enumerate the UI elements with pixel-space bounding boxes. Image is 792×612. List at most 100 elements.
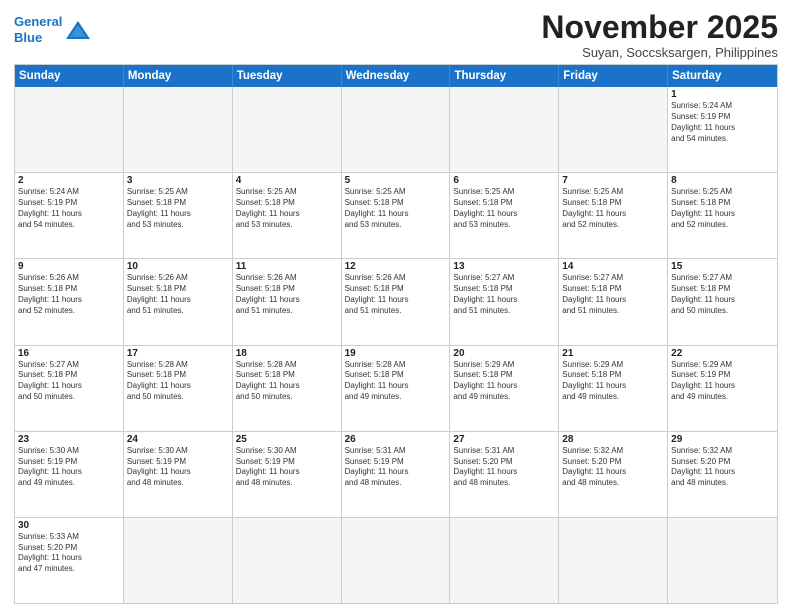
- day-info-21: Sunrise: 5:29 AM Sunset: 5:18 PM Dayligh…: [562, 360, 664, 403]
- day-info-11: Sunrise: 5:26 AM Sunset: 5:18 PM Dayligh…: [236, 273, 338, 316]
- day-cell-10: 10Sunrise: 5:26 AM Sunset: 5:18 PM Dayli…: [124, 259, 233, 344]
- day-number-4: 4: [236, 175, 338, 186]
- location: Suyan, Soccsksargen, Philippines: [541, 45, 778, 60]
- day-cell-16: 16Sunrise: 5:27 AM Sunset: 5:18 PM Dayli…: [15, 346, 124, 431]
- day-cell-19: 19Sunrise: 5:28 AM Sunset: 5:18 PM Dayli…: [342, 346, 451, 431]
- empty-cell-0-1: [124, 87, 233, 172]
- empty-cell-0-3: [342, 87, 451, 172]
- title-block: November 2025 Suyan, Soccsksargen, Phili…: [541, 10, 778, 60]
- calendar-header: Sunday Monday Tuesday Wednesday Thursday…: [15, 65, 777, 87]
- day-info-24: Sunrise: 5:30 AM Sunset: 5:19 PM Dayligh…: [127, 446, 229, 489]
- day-info-23: Sunrise: 5:30 AM Sunset: 5:19 PM Dayligh…: [18, 446, 120, 489]
- day-info-15: Sunrise: 5:27 AM Sunset: 5:18 PM Dayligh…: [671, 273, 774, 316]
- day-number-27: 27: [453, 434, 555, 445]
- day-cell-21: 21Sunrise: 5:29 AM Sunset: 5:18 PM Dayli…: [559, 346, 668, 431]
- day-info-25: Sunrise: 5:30 AM Sunset: 5:19 PM Dayligh…: [236, 446, 338, 489]
- logo-icon: [64, 19, 92, 41]
- day-cell-12: 12Sunrise: 5:26 AM Sunset: 5:18 PM Dayli…: [342, 259, 451, 344]
- day-cell-13: 13Sunrise: 5:27 AM Sunset: 5:18 PM Dayli…: [450, 259, 559, 344]
- day-info-3: Sunrise: 5:25 AM Sunset: 5:18 PM Dayligh…: [127, 187, 229, 230]
- day-cell-4: 4Sunrise: 5:25 AM Sunset: 5:18 PM Daylig…: [233, 173, 342, 258]
- empty-cell-0-5: [559, 87, 668, 172]
- day-info-27: Sunrise: 5:31 AM Sunset: 5:20 PM Dayligh…: [453, 446, 555, 489]
- day-number-2: 2: [18, 175, 120, 186]
- header-wednesday: Wednesday: [342, 65, 451, 87]
- day-info-10: Sunrise: 5:26 AM Sunset: 5:18 PM Dayligh…: [127, 273, 229, 316]
- day-cell-1: 1Sunrise: 5:24 AM Sunset: 5:19 PM Daylig…: [668, 87, 777, 172]
- calendar-body: 1Sunrise: 5:24 AM Sunset: 5:19 PM Daylig…: [15, 87, 777, 603]
- day-info-6: Sunrise: 5:25 AM Sunset: 5:18 PM Dayligh…: [453, 187, 555, 230]
- calendar: Sunday Monday Tuesday Wednesday Thursday…: [14, 64, 778, 604]
- day-cell-9: 9Sunrise: 5:26 AM Sunset: 5:18 PM Daylig…: [15, 259, 124, 344]
- day-info-17: Sunrise: 5:28 AM Sunset: 5:18 PM Dayligh…: [127, 360, 229, 403]
- day-cell-6: 6Sunrise: 5:25 AM Sunset: 5:18 PM Daylig…: [450, 173, 559, 258]
- day-cell-3: 3Sunrise: 5:25 AM Sunset: 5:18 PM Daylig…: [124, 173, 233, 258]
- day-info-8: Sunrise: 5:25 AM Sunset: 5:18 PM Dayligh…: [671, 187, 774, 230]
- logo-text: General: [14, 14, 62, 30]
- day-number-13: 13: [453, 261, 555, 272]
- day-number-8: 8: [671, 175, 774, 186]
- header: General Blue November 2025 Suyan, Soccsk…: [14, 10, 778, 60]
- logo-general: General: [14, 14, 62, 29]
- day-info-18: Sunrise: 5:28 AM Sunset: 5:18 PM Dayligh…: [236, 360, 338, 403]
- day-cell-7: 7Sunrise: 5:25 AM Sunset: 5:18 PM Daylig…: [559, 173, 668, 258]
- day-info-30: Sunrise: 5:33 AM Sunset: 5:20 PM Dayligh…: [18, 532, 120, 575]
- empty-cell-5-5: [559, 518, 668, 603]
- day-info-19: Sunrise: 5:28 AM Sunset: 5:18 PM Dayligh…: [345, 360, 447, 403]
- empty-cell-0-0: [15, 87, 124, 172]
- day-number-19: 19: [345, 348, 447, 359]
- day-info-22: Sunrise: 5:29 AM Sunset: 5:19 PM Dayligh…: [671, 360, 774, 403]
- cal-row-3: 16Sunrise: 5:27 AM Sunset: 5:18 PM Dayli…: [15, 346, 777, 432]
- day-info-7: Sunrise: 5:25 AM Sunset: 5:18 PM Dayligh…: [562, 187, 664, 230]
- header-tuesday: Tuesday: [233, 65, 342, 87]
- cal-row-1: 2Sunrise: 5:24 AM Sunset: 5:19 PM Daylig…: [15, 173, 777, 259]
- day-info-28: Sunrise: 5:32 AM Sunset: 5:20 PM Dayligh…: [562, 446, 664, 489]
- day-number-24: 24: [127, 434, 229, 445]
- day-number-15: 15: [671, 261, 774, 272]
- day-cell-25: 25Sunrise: 5:30 AM Sunset: 5:19 PM Dayli…: [233, 432, 342, 517]
- day-number-26: 26: [345, 434, 447, 445]
- day-number-3: 3: [127, 175, 229, 186]
- day-cell-29: 29Sunrise: 5:32 AM Sunset: 5:20 PM Dayli…: [668, 432, 777, 517]
- day-cell-17: 17Sunrise: 5:28 AM Sunset: 5:18 PM Dayli…: [124, 346, 233, 431]
- logo: General Blue: [14, 14, 92, 45]
- day-cell-2: 2Sunrise: 5:24 AM Sunset: 5:19 PM Daylig…: [15, 173, 124, 258]
- empty-cell-5-6: [668, 518, 777, 603]
- day-cell-11: 11Sunrise: 5:26 AM Sunset: 5:18 PM Dayli…: [233, 259, 342, 344]
- day-cell-22: 22Sunrise: 5:29 AM Sunset: 5:19 PM Dayli…: [668, 346, 777, 431]
- cal-row-0: 1Sunrise: 5:24 AM Sunset: 5:19 PM Daylig…: [15, 87, 777, 173]
- day-number-11: 11: [236, 261, 338, 272]
- day-number-23: 23: [18, 434, 120, 445]
- day-cell-24: 24Sunrise: 5:30 AM Sunset: 5:19 PM Dayli…: [124, 432, 233, 517]
- day-number-20: 20: [453, 348, 555, 359]
- day-info-12: Sunrise: 5:26 AM Sunset: 5:18 PM Dayligh…: [345, 273, 447, 316]
- header-sunday: Sunday: [15, 65, 124, 87]
- day-number-22: 22: [671, 348, 774, 359]
- header-friday: Friday: [559, 65, 668, 87]
- day-info-14: Sunrise: 5:27 AM Sunset: 5:18 PM Dayligh…: [562, 273, 664, 316]
- day-number-9: 9: [18, 261, 120, 272]
- day-info-26: Sunrise: 5:31 AM Sunset: 5:19 PM Dayligh…: [345, 446, 447, 489]
- day-cell-20: 20Sunrise: 5:29 AM Sunset: 5:18 PM Dayli…: [450, 346, 559, 431]
- day-info-5: Sunrise: 5:25 AM Sunset: 5:18 PM Dayligh…: [345, 187, 447, 230]
- day-info-1: Sunrise: 5:24 AM Sunset: 5:19 PM Dayligh…: [671, 101, 774, 144]
- empty-cell-5-1: [124, 518, 233, 603]
- day-info-2: Sunrise: 5:24 AM Sunset: 5:19 PM Dayligh…: [18, 187, 120, 230]
- day-number-14: 14: [562, 261, 664, 272]
- month-title: November 2025: [541, 10, 778, 45]
- day-number-29: 29: [671, 434, 774, 445]
- day-cell-8: 8Sunrise: 5:25 AM Sunset: 5:18 PM Daylig…: [668, 173, 777, 258]
- day-info-13: Sunrise: 5:27 AM Sunset: 5:18 PM Dayligh…: [453, 273, 555, 316]
- day-cell-15: 15Sunrise: 5:27 AM Sunset: 5:18 PM Dayli…: [668, 259, 777, 344]
- header-monday: Monday: [124, 65, 233, 87]
- day-cell-27: 27Sunrise: 5:31 AM Sunset: 5:20 PM Dayli…: [450, 432, 559, 517]
- day-number-21: 21: [562, 348, 664, 359]
- day-number-18: 18: [236, 348, 338, 359]
- day-info-9: Sunrise: 5:26 AM Sunset: 5:18 PM Dayligh…: [18, 273, 120, 316]
- day-number-12: 12: [345, 261, 447, 272]
- day-cell-14: 14Sunrise: 5:27 AM Sunset: 5:18 PM Dayli…: [559, 259, 668, 344]
- day-number-5: 5: [345, 175, 447, 186]
- day-cell-23: 23Sunrise: 5:30 AM Sunset: 5:19 PM Dayli…: [15, 432, 124, 517]
- day-cell-5: 5Sunrise: 5:25 AM Sunset: 5:18 PM Daylig…: [342, 173, 451, 258]
- empty-cell-0-4: [450, 87, 559, 172]
